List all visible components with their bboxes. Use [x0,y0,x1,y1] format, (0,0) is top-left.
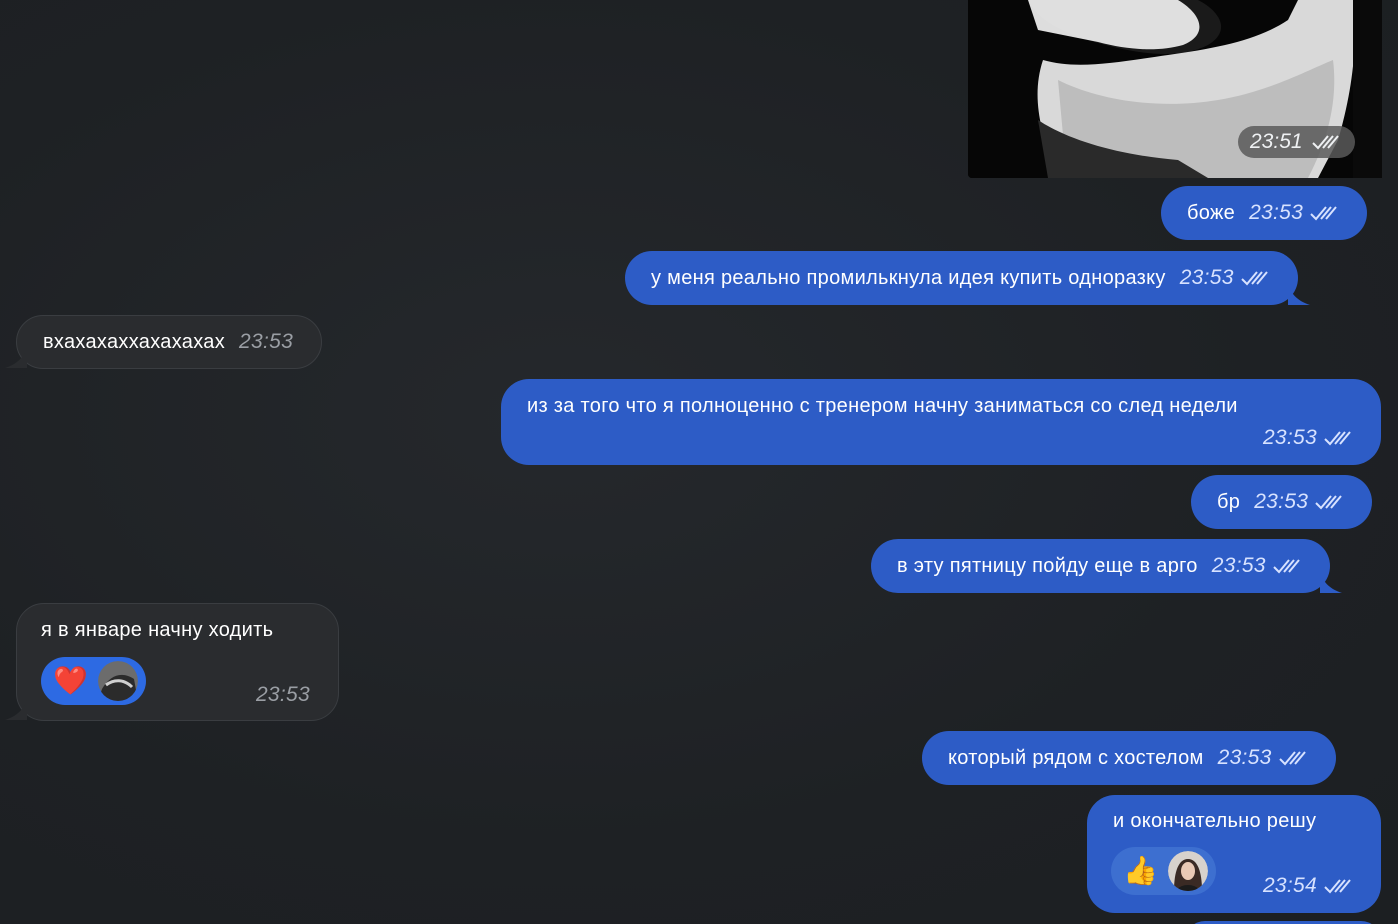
message-bubble-incoming[interactable]: я в январе начну ходить ❤️ 23:53 [5,603,339,721]
message-bubble-outgoing[interactable]: в эту пятницу пойду еще в арго 23:53 [871,539,1342,593]
message-time: 23:53 [1211,554,1266,577]
message-text: вхахахаххахахахах [43,330,226,353]
message-bubble-outgoing[interactable]: у меня реально промилькнула идея купить … [625,251,1310,305]
double-check-icon [1324,879,1351,894]
message-time: 23:54 [1262,874,1317,897]
message-meta: 23:53 [256,683,310,707]
message-text: и окончательно решу [1113,810,1317,832]
message-bubble-outgoing[interactable]: и окончательно решу 👍 23:54 [1087,795,1381,913]
message-time: 23:53 [1262,426,1317,449]
bubble-tail [1319,573,1342,593]
message-bubble-outgoing[interactable]: который рядом с хостелом 23:53 [922,731,1336,785]
message-meta: 23:53 [1180,266,1270,290]
double-check-icon [1311,135,1339,150]
chat-area: 23:51 боже 23:53 у меня реально промильк… [0,0,1398,924]
bubble-tail [1287,285,1310,305]
double-check-icon [1273,559,1300,574]
message-text: в эту пятницу пойду еще в арго [897,554,1198,577]
avatar [98,661,139,701]
message-bubble-outgoing[interactable]: бр 23:53 [1191,475,1373,529]
message-time: 23:53 [1254,490,1309,513]
message-text: из за того что я полноценно с тренером н… [527,395,1238,417]
message-bubble-outgoing[interactable]: из за того что я полноценно с тренером н… [501,379,1381,465]
message-meta: 23:53 [1218,746,1308,770]
message-time: 23:53 [1217,746,1272,769]
thumbs-up-icon: 👍 [1123,854,1159,887]
message-bubble-outgoing[interactable]: боже 23:53 [1161,186,1368,240]
message-meta: 23:54 [1263,874,1353,898]
media-time-text: 23:51 [1250,130,1303,153]
message-bubble-incoming[interactable]: вхахахаххахахахах 23:53 [5,315,323,369]
double-check-icon [1310,206,1337,221]
message-meta: 23:53 [1212,554,1302,578]
double-check-icon [1278,751,1306,766]
bubble-tail [5,700,27,720]
heart-icon: ❤️ [53,664,89,697]
reaction-chip[interactable]: 👍 [1111,847,1217,895]
bubble-tail [5,348,27,368]
message-text: у меня реально промилькнула идея купить … [651,266,1166,289]
reaction-chip[interactable]: ❤️ [41,657,147,705]
message-meta: 23:53 [1249,201,1339,225]
message-meta: 23:53 [1254,490,1344,514]
message-time: 23:53 [1179,266,1234,289]
media-timestamp: 23:51 [1238,126,1355,158]
message-time: 23:53 [255,683,310,706]
message-time: 23:53 [1249,201,1304,224]
message-meta: 23:53 [1263,426,1353,450]
avatar [1168,851,1209,891]
message-time: 23:53 [239,330,294,353]
message-text: бр [1217,490,1241,513]
double-check-icon [1324,431,1351,446]
message-text: боже [1187,201,1236,224]
message-text: который рядом с хостелом [948,746,1204,769]
double-check-icon [1241,271,1268,286]
message-text: я в январе начну ходить [41,619,274,641]
double-check-icon [1315,495,1343,510]
message-meta: 23:53 [239,330,293,354]
